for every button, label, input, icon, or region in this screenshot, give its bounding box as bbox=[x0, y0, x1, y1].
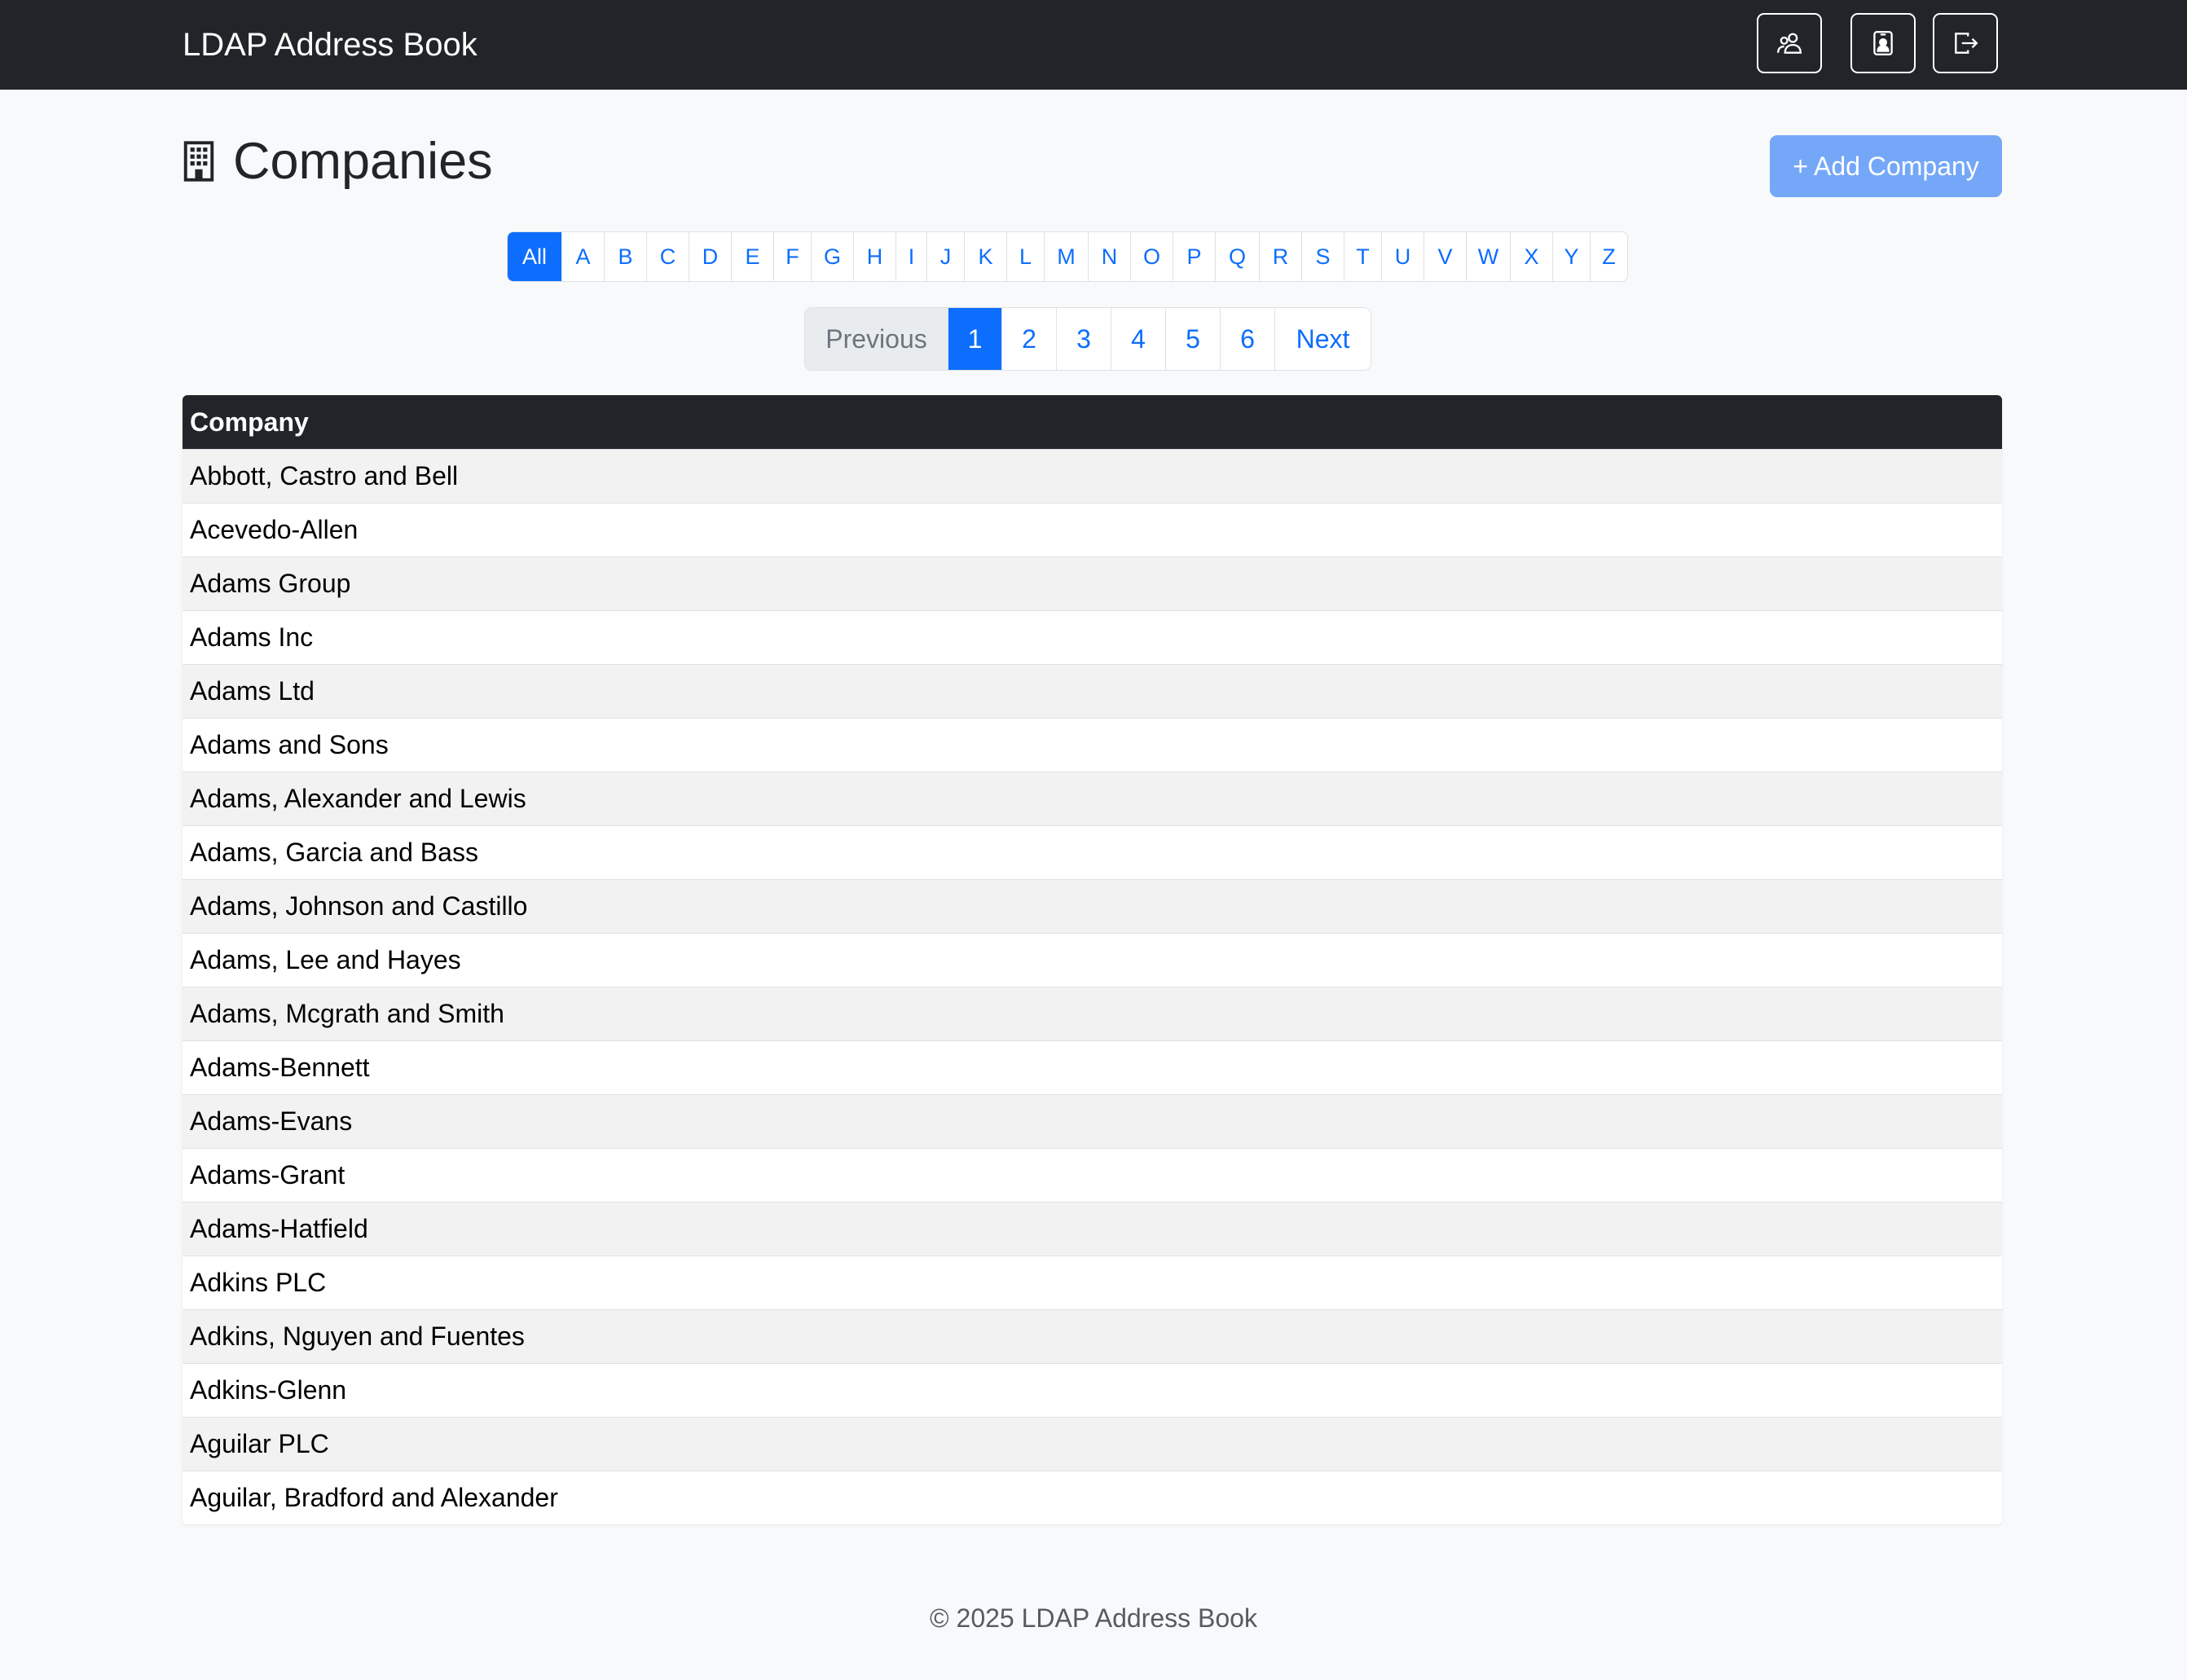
letter-filter-a[interactable]: A bbox=[561, 232, 604, 281]
letter-filter-r[interactable]: R bbox=[1259, 232, 1301, 281]
letter-filter-s[interactable]: S bbox=[1301, 232, 1344, 281]
table-row[interactable]: Adams-Hatfield bbox=[183, 1202, 2002, 1256]
letter-filter-l[interactable]: L bbox=[1006, 232, 1044, 281]
page-3-button[interactable]: 3 bbox=[1056, 308, 1111, 370]
letter-filter-y[interactable]: Y bbox=[1552, 232, 1590, 281]
alphabet-filter: All A B C D E F G H I J K L M N O P Q R S T U V W X Y Z bbox=[507, 231, 1628, 282]
page-title: Companies bbox=[233, 133, 493, 190]
table-row[interactable]: Adkins PLC bbox=[183, 1256, 2002, 1309]
building-icon bbox=[183, 141, 214, 182]
letter-filter-v[interactable]: V bbox=[1424, 232, 1466, 281]
letter-filter-h[interactable]: H bbox=[853, 232, 895, 281]
add-company-button[interactable]: + Add Company bbox=[1770, 135, 2002, 197]
table-row[interactable]: Adams, Alexander and Lewis bbox=[183, 772, 2002, 825]
table-row[interactable]: Adkins, Nguyen and Fuentes bbox=[183, 1309, 2002, 1363]
page-1-button[interactable]: 1 bbox=[948, 308, 1001, 370]
table-row[interactable]: Adkins-Glenn bbox=[183, 1363, 2002, 1417]
table-row[interactable]: Adams, Garcia and Bass bbox=[183, 825, 2002, 879]
letter-filter-e[interactable]: E bbox=[731, 232, 773, 281]
table-row[interactable]: Adams Group bbox=[183, 556, 2002, 610]
contact-card-icon bbox=[1873, 31, 1893, 55]
table-row[interactable]: Aguilar PLC bbox=[183, 1417, 2002, 1471]
letter-filter-g[interactable]: G bbox=[811, 232, 853, 281]
contact-card-button[interactable] bbox=[1850, 13, 1916, 73]
letter-filter-t[interactable]: T bbox=[1344, 232, 1381, 281]
table-row[interactable]: Aguilar, Bradford and Alexander bbox=[183, 1471, 2002, 1524]
next-page-button[interactable]: Next bbox=[1274, 308, 1371, 370]
page-6-button[interactable]: 6 bbox=[1220, 308, 1274, 370]
table-row[interactable]: Adams-Grant bbox=[183, 1148, 2002, 1202]
letter-filter-d[interactable]: D bbox=[689, 232, 731, 281]
letter-filter-p[interactable]: P bbox=[1173, 232, 1215, 281]
companies-table: Company Abbott, Castro and Bell Acevedo-A… bbox=[183, 395, 2002, 1524]
letter-filter-c[interactable]: C bbox=[646, 232, 689, 281]
letter-filter-i[interactable]: I bbox=[895, 232, 926, 281]
people-icon bbox=[1777, 33, 1802, 54]
table-row[interactable]: Abbott, Castro and Bell bbox=[183, 449, 2002, 503]
letter-filter-k[interactable]: K bbox=[964, 232, 1006, 281]
table-row[interactable]: Adams-Evans bbox=[183, 1094, 2002, 1148]
page-5-button[interactable]: 5 bbox=[1165, 308, 1220, 370]
navbar: LDAP Address Book bbox=[0, 0, 2187, 90]
table-row[interactable]: Adams Ltd bbox=[183, 664, 2002, 718]
letter-filter-z[interactable]: Z bbox=[1590, 232, 1627, 281]
letter-filter-b[interactable]: B bbox=[604, 232, 646, 281]
letter-filter-w[interactable]: W bbox=[1466, 232, 1510, 281]
table-row[interactable]: Adams and Sons bbox=[183, 718, 2002, 772]
letter-filter-all[interactable]: All bbox=[508, 232, 561, 281]
people-button[interactable] bbox=[1757, 13, 1822, 73]
footer: © 2025 LDAP Address Book bbox=[930, 1603, 1257, 1633]
brand-title[interactable]: LDAP Address Book bbox=[183, 24, 477, 65]
letter-filter-o[interactable]: O bbox=[1130, 232, 1173, 281]
letter-filter-f[interactable]: F bbox=[773, 232, 811, 281]
table-row[interactable]: Adams, Mcgrath and Smith bbox=[183, 987, 2002, 1040]
logout-icon bbox=[1955, 33, 1978, 54]
page-heading: Companies bbox=[183, 129, 493, 194]
letter-filter-m[interactable]: M bbox=[1044, 232, 1088, 281]
letter-filter-q[interactable]: Q bbox=[1215, 232, 1259, 281]
table-header-company: Company bbox=[183, 395, 2002, 449]
previous-page-button[interactable]: Previous bbox=[805, 308, 948, 370]
table-row[interactable]: Adams, Johnson and Castillo bbox=[183, 879, 2002, 933]
pagination: Previous 1 2 3 4 5 6 Next bbox=[804, 307, 1371, 371]
table-row[interactable]: Adams, Lee and Hayes bbox=[183, 933, 2002, 987]
letter-filter-n[interactable]: N bbox=[1088, 232, 1130, 281]
table-row[interactable]: Adams-Bennett bbox=[183, 1040, 2002, 1094]
table-row[interactable]: Adams Inc bbox=[183, 610, 2002, 664]
letter-filter-j[interactable]: J bbox=[926, 232, 964, 281]
page-2-button[interactable]: 2 bbox=[1001, 308, 1056, 370]
table-row[interactable]: Acevedo-Allen bbox=[183, 503, 2002, 556]
page-4-button[interactable]: 4 bbox=[1111, 308, 1165, 370]
letter-filter-x[interactable]: X bbox=[1510, 232, 1552, 281]
logout-button[interactable] bbox=[1933, 13, 1998, 73]
letter-filter-u[interactable]: U bbox=[1381, 232, 1424, 281]
table-body: Abbott, Castro and Bell Acevedo-Allen Adam… bbox=[183, 449, 2002, 1524]
